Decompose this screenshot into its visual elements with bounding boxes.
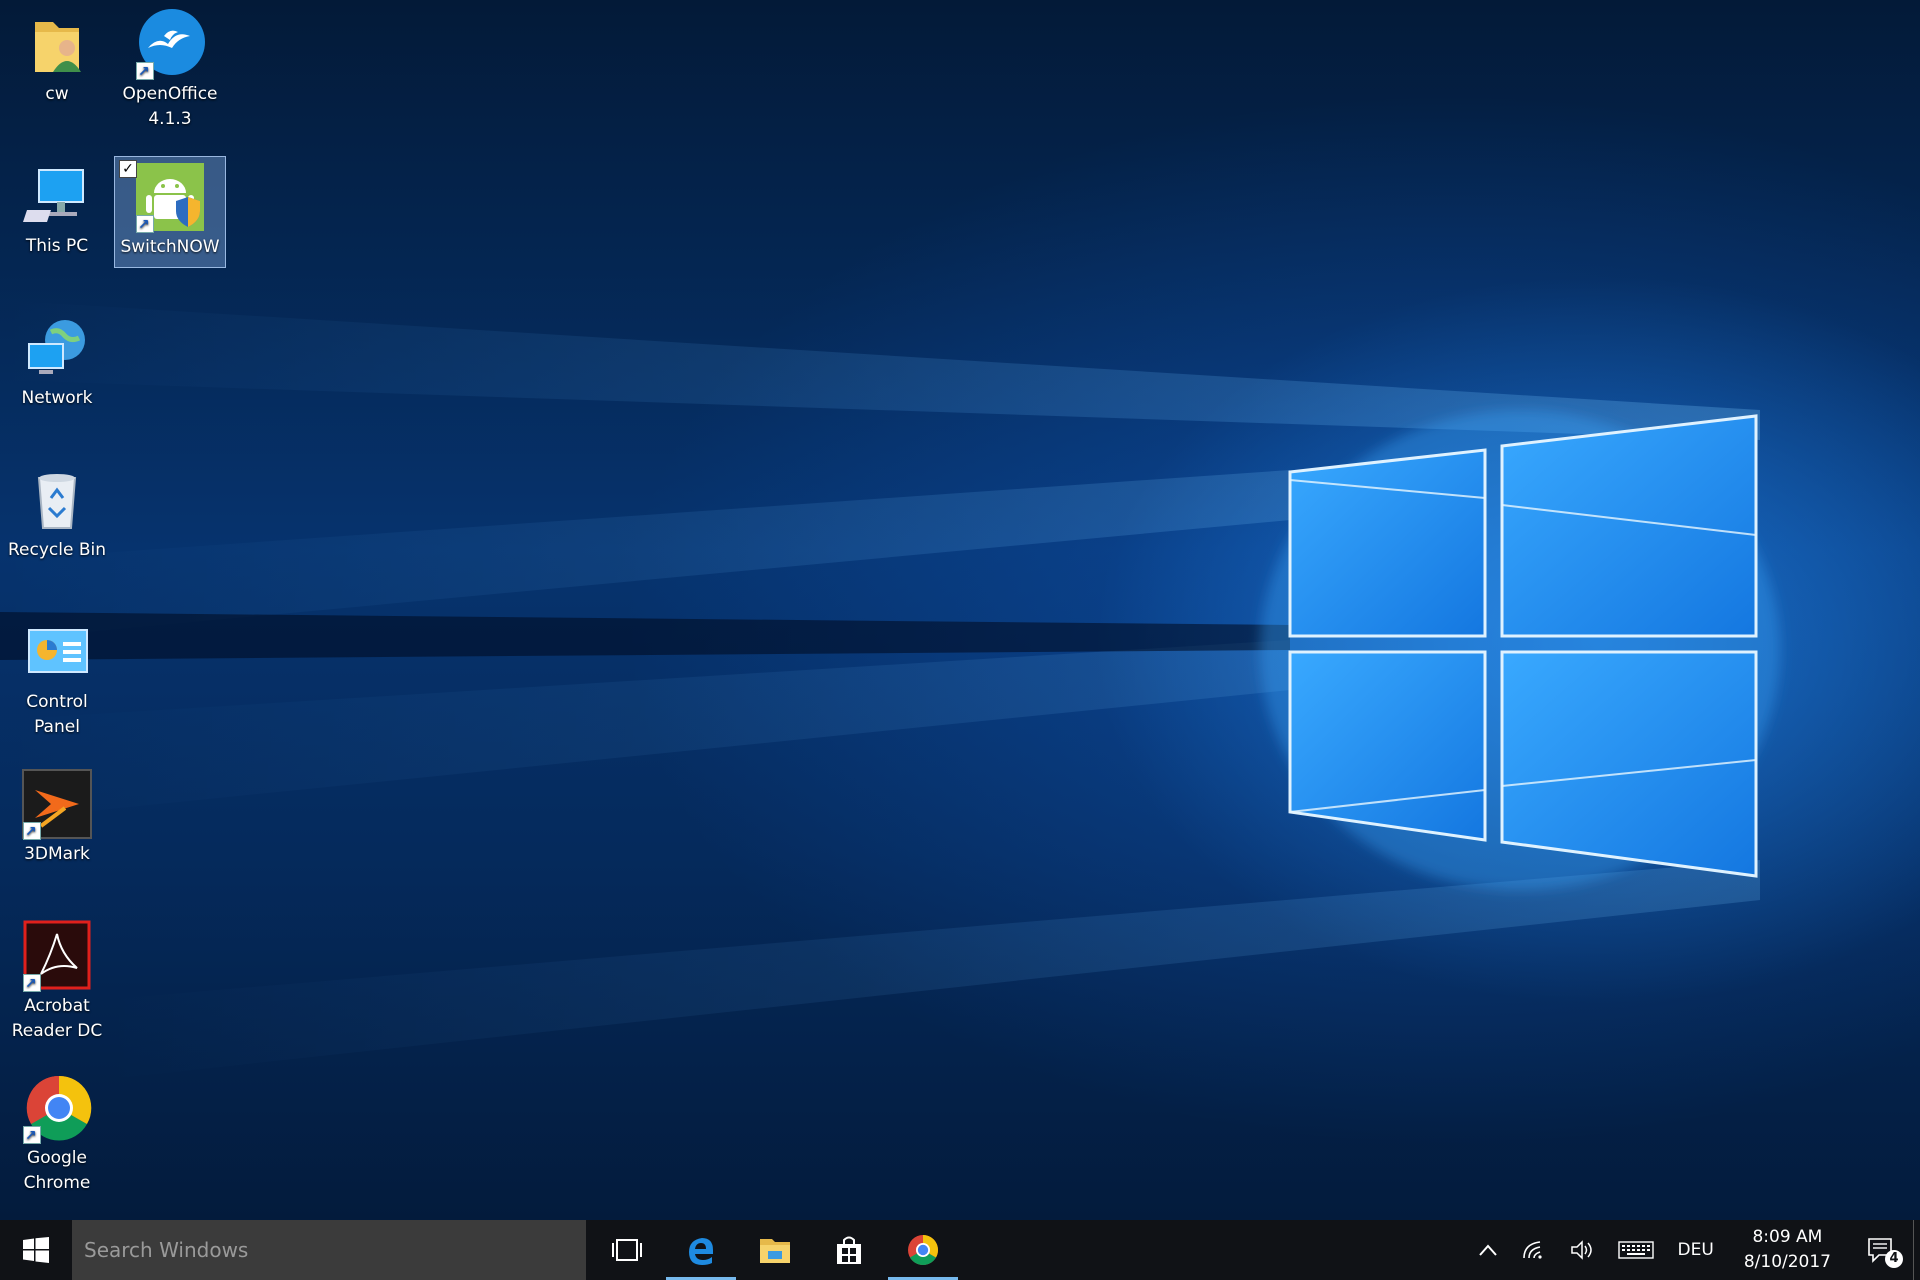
desktop-icon-acrobat-reader[interactable]: Acrobat Reader DC [1,916,113,1041]
shortcut-arrow-icon [23,820,41,845]
desktop-icon-recycle-bin[interactable]: Recycle Bin [1,460,113,572]
chrome-icon [908,1235,939,1266]
desktop[interactable]: cw This PC Network Recycle Bin Control P… [0,0,1920,1220]
windows-logo-wallpaper [0,300,1780,1080]
notification-count-badge: 4 [1885,1250,1903,1268]
taskbar-file-explorer-button[interactable] [738,1220,812,1280]
keyboard-icon [1617,1241,1654,1259]
desktop-icon-switchnow[interactable]: ✓ SwitchNOW [114,156,226,268]
taskbar: Search Windows DEU 8:09 AM 8/10/2017 4 [0,1220,1920,1280]
desktop-icon-this-pc[interactable]: This PC [1,156,113,268]
desktop-icon-label: Network [21,388,93,408]
task-view-icon [612,1239,642,1261]
desktop-icon-cw[interactable]: cw [1,4,113,116]
volume-tray-button[interactable] [1558,1220,1606,1280]
wifi-icon [1522,1241,1542,1259]
taskbar-store-button[interactable] [812,1220,886,1280]
desktop-icon-google-chrome[interactable]: Google Chrome [1,1068,113,1193]
shortcut-arrow-icon [23,1124,41,1149]
search-placeholder: Search Windows [84,1238,249,1262]
desktop-icon-label: cw [45,84,69,104]
desktop-icon-network[interactable]: Network [1,308,113,420]
shortcut-arrow-icon [23,972,41,997]
touch-keyboard-button[interactable] [1606,1220,1666,1280]
show-hidden-icons-button[interactable] [1466,1220,1510,1280]
shortcut-arrow-icon [136,213,154,238]
3dmark-icon [21,768,93,845]
acrobat-reader-icon [21,920,93,997]
start-button[interactable] [0,1220,72,1280]
desktop-icon-control-panel[interactable]: Control Panel [1,612,113,737]
shortcut-arrow-icon [136,60,154,85]
network-tray-button[interactable] [1510,1220,1558,1280]
user-folder-icon [21,8,93,80]
openoffice-icon [134,8,206,85]
desktop-icon-label: Google Chrome [23,1148,91,1193]
selection-checkbox[interactable]: ✓ [119,160,137,178]
chrome-icon [21,1072,93,1149]
action-center-button[interactable]: 4 [1849,1220,1913,1280]
clock-button[interactable]: 8:09 AM 8/10/2017 [1726,1220,1849,1280]
desktop-icon-label: Recycle Bin [7,540,106,560]
clock-time: 8:09 AM [1752,1227,1823,1247]
desktop-icon-3dmark[interactable]: 3DMark [1,764,113,876]
control-panel-icon [21,616,93,688]
speaker-icon [1570,1240,1592,1260]
desktop-icon-label: Control Panel [26,692,88,737]
edge-icon [689,1238,713,1265]
desktop-icon-label: OpenOffice 4.1.3 [122,84,218,129]
search-input[interactable]: Search Windows [72,1220,586,1280]
taskbar-chrome-button[interactable] [886,1220,960,1280]
desktop-icon-label: SwitchNOW [120,237,220,257]
recycle-bin-icon [21,464,93,536]
switchnow-icon [134,161,206,238]
store-icon [837,1236,861,1264]
this-pc-icon [21,160,93,232]
file-explorer-icon [760,1239,790,1263]
clock-date: 8/10/2017 [1743,1252,1831,1272]
chevron-up-icon [1478,1244,1497,1256]
network-icon [21,312,93,384]
desktop-icon-label: This PC [25,236,89,256]
taskbar-edge-button[interactable] [664,1220,738,1280]
system-tray: DEU 8:09 AM 8/10/2017 4 [1466,1220,1920,1280]
desktop-icon-label: Acrobat Reader DC [11,996,103,1041]
show-desktop-button[interactable] [1913,1220,1920,1280]
desktop-icon-openoffice[interactable]: OpenOffice 4.1.3 [114,4,226,129]
task-view-button[interactable] [590,1220,664,1280]
input-language-button[interactable]: DEU [1666,1220,1726,1280]
windows-start-icon [23,1237,49,1263]
desktop-icon-label: 3DMark [24,844,90,864]
